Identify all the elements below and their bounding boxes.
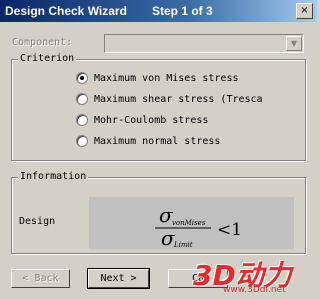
back-button[interactable]: < Back	[11, 269, 70, 288]
information-group: Information Design σ vonMises σ Limit <1	[11, 171, 306, 254]
window-title: Design Check Wizard	[5, 4, 127, 18]
radio-button-icon[interactable]	[76, 114, 88, 126]
next-button[interactable]: Next >	[87, 268, 150, 289]
radio-label: Maximum normal stress	[94, 135, 221, 147]
formula-numerator-sub: vonMises	[172, 219, 206, 227]
step-indicator: Step 1 of 3	[152, 4, 213, 18]
radio-von-mises[interactable]: Maximum von Mises stress	[76, 72, 239, 84]
radio-shear[interactable]: Maximum shear stress (Tresca	[76, 93, 263, 105]
formula-svg: σ vonMises σ Limit <1	[155, 203, 242, 250]
radio-label: Maximum von Mises stress	[94, 72, 239, 84]
criterion-group: Criterion Maximum von Mises stress Maxim…	[11, 53, 306, 161]
chevron-down-icon[interactable]: ▼	[286, 36, 302, 51]
close-icon: ×	[300, 5, 309, 16]
design-formula: σ vonMises σ Limit <1	[89, 197, 294, 250]
information-title: Information	[18, 171, 89, 182]
radio-mohr-coulomb[interactable]: Mohr-Coulomb stress	[76, 114, 208, 126]
radio-label: Mohr-Coulomb stress	[94, 114, 209, 126]
formula-denominator-sub: Limit	[173, 241, 193, 249]
radio-button-icon[interactable]	[76, 135, 88, 147]
radio-normal[interactable]: Maximum normal stress	[76, 135, 220, 147]
title-bar: Design Check Wizard Step 1 of 3 ×	[0, 0, 317, 22]
watermark-url: www.3Ddl.net	[223, 285, 286, 295]
component-label: Component:	[12, 37, 73, 48]
design-label: Design	[19, 216, 56, 227]
close-button[interactable]: ×	[296, 3, 313, 19]
radio-button-icon[interactable]	[76, 72, 88, 84]
radio-label: Maximum shear stress (Tresca	[94, 93, 263, 105]
criterion-title: Criterion	[18, 53, 77, 64]
component-select[interactable]: ▼	[104, 34, 304, 53]
formula-relation: <1	[217, 220, 242, 240]
radio-button-icon[interactable]	[76, 93, 88, 105]
